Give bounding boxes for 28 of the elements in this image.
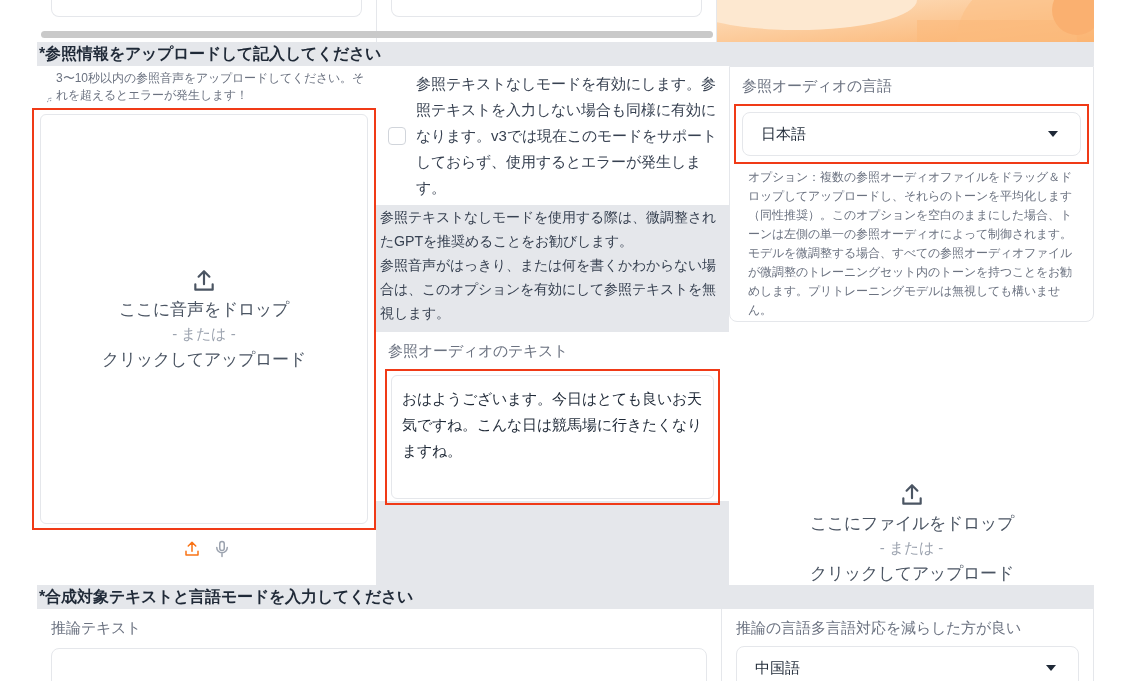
click-upload-text: クリックしてアップロード bbox=[102, 348, 306, 371]
field-label: 推論の言語多言語対応を減らした方が良い bbox=[736, 619, 1022, 638]
info-text: 参照テキストなしモードを使用する際は、微調整されたGPTを推奨めることをお勧びします。 参照音声がはっきり、または何を書くかわからない場合は、このオプションを有効にして参照テキストを無視します。 bbox=[379, 208, 717, 323]
drop-text: ここに音声をドロップ bbox=[119, 298, 289, 321]
upload-icon bbox=[182, 540, 201, 558]
caret-icon bbox=[1046, 665, 1056, 671]
checkbox[interactable] bbox=[388, 126, 406, 145]
multi-reference-hint: オプション：複数の参照オーディオファイルをドラッグ＆ドロップしてアップロードし、それらのトーンを平均化します（同性推奨）。このオプションを空白のままにした場合、トーンは左側の単一の参照オーディオによって制御されます。モデルを微調整する場合、すべての参照オーディオファイルが微調整のトレーニングセット内のトーンを持つことをお勧めします。プリトレーニングモデルは無視しても構いません。 bbox=[747, 169, 1073, 319]
audio-drop-zone[interactable]: ここに音声をドロップ - または - クリックしてアップロード bbox=[40, 114, 368, 524]
language-dropdown[interactable]: 日本語 bbox=[742, 112, 1081, 156]
drop-text: ここにファイルをドロップ bbox=[809, 513, 1014, 535]
field-label: 推論テキスト bbox=[51, 619, 142, 638]
file-drop-zone[interactable]: ここにファイルをドロップ - または - クリックしてアップロード bbox=[729, 322, 1094, 585]
source-button[interactable] bbox=[182, 540, 201, 558]
section-title: *参照情報をアップロードして記入してください bbox=[38, 44, 383, 64]
or-text: - または - bbox=[879, 539, 944, 558]
checkbox-label: 参照テキストなしモードを有効にします。参照テキストを入力しない場合も同様に有効になります。v3では現在このモードをサポートしておらず、使用するとエラーが発生します。 bbox=[416, 73, 717, 198]
section-title: *合成対象テキストと言語モードを入力してください bbox=[38, 587, 415, 607]
upload-icon bbox=[191, 267, 217, 294]
language-dropdown[interactable]: 中国語 bbox=[736, 646, 1079, 681]
field-label: 参照オーディオのテキスト bbox=[388, 342, 569, 361]
upload-hint: 3〜10秒以内の参照音声をアップロードしてください。それを超えるとエラーが発生します！ bbox=[55, 70, 365, 104]
reference-text-area[interactable]: おはようございます。今日はとても良いお天気ですね。こんな日は競馬場に行きたくなりますね。 bbox=[391, 375, 714, 499]
field-label: 参照オーディオの言語 bbox=[742, 77, 893, 96]
caret-icon bbox=[1048, 131, 1058, 137]
click-upload-text: クリックしてアップロード bbox=[809, 563, 1014, 585]
music-note-icon bbox=[47, 96, 52, 104]
or-text: - または - bbox=[172, 324, 236, 344]
